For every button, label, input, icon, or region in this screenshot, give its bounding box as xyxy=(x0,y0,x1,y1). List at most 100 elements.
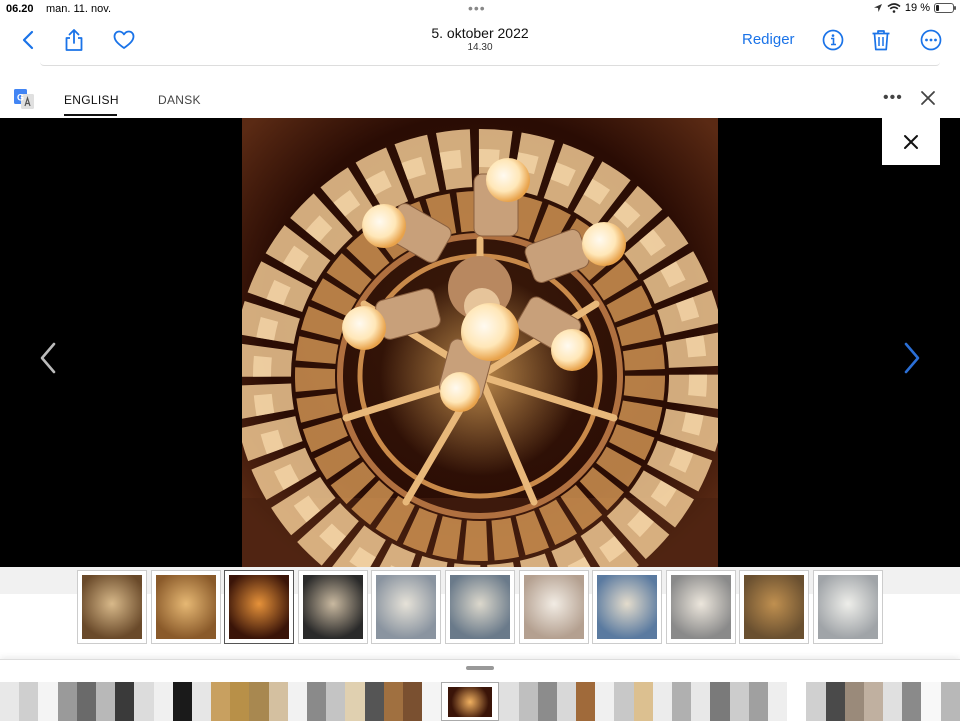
multitasking-dots-icon[interactable]: ••• xyxy=(468,0,486,16)
chandelier-photo[interactable] xyxy=(242,118,718,567)
mini-photo-thumb[interactable] xyxy=(115,682,135,721)
mini-photo-thumb[interactable] xyxy=(134,682,154,721)
thumbnail[interactable] xyxy=(371,570,442,644)
mini-photo-thumb[interactable] xyxy=(345,682,365,721)
back-button[interactable] xyxy=(12,24,44,56)
mini-photo-thumb[interactable] xyxy=(38,682,58,721)
mini-photo-thumb[interactable] xyxy=(326,682,346,721)
thumbnail[interactable] xyxy=(592,570,663,644)
status-date: man. 11. nov. xyxy=(46,3,112,15)
mini-photo-thumb[interactable] xyxy=(287,682,307,721)
thumbnail[interactable] xyxy=(224,570,295,644)
thumbnail-image xyxy=(376,575,437,639)
mini-photo-thumb[interactable] xyxy=(211,682,231,721)
trash-icon xyxy=(872,30,890,51)
next-photo-icon[interactable] xyxy=(898,340,926,376)
thumbnail-image xyxy=(450,575,510,639)
mini-photo-thumb[interactable] xyxy=(230,682,250,721)
mini-photo-thumb[interactable] xyxy=(249,682,269,721)
mini-photo-thumb[interactable] xyxy=(518,682,538,721)
mini-photo-thumb[interactable] xyxy=(191,682,212,721)
thumbnail[interactable] xyxy=(445,570,515,644)
mini-photo-thumb[interactable] xyxy=(940,682,960,721)
mini-photo-thumb[interactable] xyxy=(499,682,519,721)
mini-photo-thumb[interactable] xyxy=(844,682,864,721)
mini-photo-thumb[interactable] xyxy=(883,682,903,721)
thumbnail[interactable] xyxy=(665,570,736,644)
tab-danish[interactable]: DANSK xyxy=(158,93,201,107)
mini-photo-thumb[interactable] xyxy=(19,682,39,721)
mini-photo-thumb[interactable] xyxy=(307,682,327,721)
translate-bar: G ENGLISH DANSK ••• xyxy=(0,80,960,118)
battery-icon xyxy=(934,3,956,13)
mini-photo-thumb[interactable] xyxy=(710,682,730,721)
mini-photo-thumb[interactable] xyxy=(787,682,807,721)
mini-photo-thumb[interactable] xyxy=(691,682,711,721)
photo-viewer xyxy=(0,118,960,567)
status-right: 19 % xyxy=(873,2,956,14)
more-icon[interactable]: ••• xyxy=(883,89,903,107)
mini-photo-thumb[interactable] xyxy=(595,682,615,721)
info-icon xyxy=(822,29,844,51)
svg-text:G: G xyxy=(17,93,24,103)
mini-photo-thumb[interactable] xyxy=(729,682,749,721)
mini-photo-thumb[interactable] xyxy=(172,682,192,721)
photo-scrubber-strip[interactable] xyxy=(0,682,960,721)
thumbnail-image xyxy=(155,575,216,639)
thumbnail[interactable] xyxy=(77,570,147,644)
mini-photo-thumb[interactable] xyxy=(672,682,692,721)
share-button[interactable] xyxy=(58,24,90,56)
thumbnail[interactable] xyxy=(739,570,810,644)
status-bar: 06.20 man. 11. nov. ••• 19 % xyxy=(0,0,960,20)
location-arrow-icon xyxy=(873,4,882,12)
thumbnail-strip xyxy=(0,567,960,659)
info-button[interactable] xyxy=(817,24,849,56)
mini-photo-thumb[interactable] xyxy=(402,682,423,721)
mini-photo-thumb[interactable] xyxy=(153,682,173,721)
previous-photo-icon[interactable] xyxy=(34,340,62,376)
mini-photo-thumb[interactable] xyxy=(537,682,557,721)
close-icon[interactable] xyxy=(918,88,938,108)
mini-photo-thumb[interactable] xyxy=(652,682,672,721)
thumbnail[interactable] xyxy=(518,570,589,644)
mini-photo-thumb[interactable] xyxy=(422,682,442,721)
mini-photo-thumb[interactable] xyxy=(95,682,116,721)
mini-photo-thumb[interactable] xyxy=(0,682,20,721)
mini-photo-thumb[interactable] xyxy=(825,682,845,721)
mini-photo-thumb[interactable] xyxy=(383,682,403,721)
mini-photo-thumb[interactable] xyxy=(806,682,826,721)
mini-photo-thumb[interactable] xyxy=(748,682,768,721)
tab-english[interactable]: ENGLISH xyxy=(64,93,119,107)
mini-photo-thumb[interactable] xyxy=(863,682,884,721)
current-photo-thumb[interactable] xyxy=(441,682,500,721)
google-translate-icon: G xyxy=(14,89,34,109)
bottom-sheet xyxy=(0,659,960,721)
status-time: 06.20 xyxy=(6,3,34,15)
mini-photo-thumb[interactable] xyxy=(767,682,788,721)
photo-nav-bar: 5. oktober 2022 14.30 Rediger xyxy=(0,20,960,64)
edit-button[interactable]: Rediger xyxy=(742,31,795,48)
share-icon xyxy=(65,29,83,51)
mini-photo-thumb[interactable] xyxy=(921,682,941,721)
mini-photo-thumb[interactable] xyxy=(902,682,922,721)
mini-photo-thumb[interactable] xyxy=(576,682,596,721)
current-photo-thumb-image xyxy=(448,686,493,717)
mini-photo-thumb[interactable] xyxy=(556,682,577,721)
delete-button[interactable] xyxy=(865,24,897,56)
mini-photo-thumb[interactable] xyxy=(76,682,96,721)
mini-photo-thumb[interactable] xyxy=(57,682,77,721)
thumbnail-image xyxy=(302,575,363,639)
favorite-button[interactable] xyxy=(108,24,140,56)
sheet-grabber-handle[interactable] xyxy=(466,666,494,670)
mini-photo-thumb[interactable] xyxy=(364,682,384,721)
photo-date-title: 5. oktober 2022 xyxy=(431,25,529,41)
thumbnail[interactable] xyxy=(150,570,221,644)
thumbnail[interactable] xyxy=(297,570,368,644)
close-viewer-button[interactable] xyxy=(882,118,940,165)
mini-photo-thumb[interactable] xyxy=(268,682,288,721)
thumbnail[interactable] xyxy=(813,570,883,644)
mini-photo-thumb[interactable] xyxy=(633,682,653,721)
more-options-button[interactable] xyxy=(915,24,947,56)
mini-photo-thumb[interactable] xyxy=(614,682,634,721)
thumbnail-image xyxy=(229,575,290,639)
